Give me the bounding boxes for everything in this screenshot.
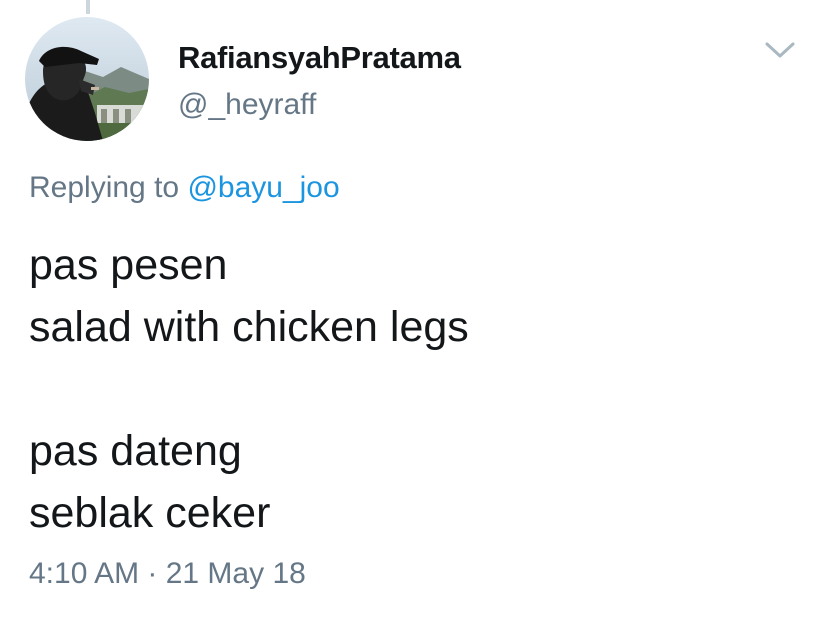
display-name[interactable]: RafiansyahPratama bbox=[178, 40, 461, 76]
thread-connector-line bbox=[86, 0, 90, 14]
tweet-text-line: pas pesen bbox=[29, 241, 228, 289]
tweet-text: pas pesen salad with chicken legs pas da… bbox=[29, 234, 789, 544]
tweet-text-line: pas dateng bbox=[29, 427, 242, 475]
chevron-down-icon[interactable] bbox=[764, 38, 796, 62]
tweet-text-line: seblak ceker bbox=[29, 489, 271, 537]
avatar-photo bbox=[25, 17, 149, 141]
avatar[interactable] bbox=[25, 17, 149, 141]
tweet-timestamp[interactable]: 4:10 AM · 21 May 18 bbox=[29, 557, 306, 591]
username-handle[interactable]: @_heyraff bbox=[178, 88, 316, 122]
replying-to-label: Replying to bbox=[29, 171, 188, 204]
reply-target-link[interactable]: @bayu_joo bbox=[187, 171, 339, 204]
tweet-text-line: salad with chicken legs bbox=[29, 303, 469, 351]
replying-to-line: Replying to @bayu_joo bbox=[29, 171, 340, 205]
